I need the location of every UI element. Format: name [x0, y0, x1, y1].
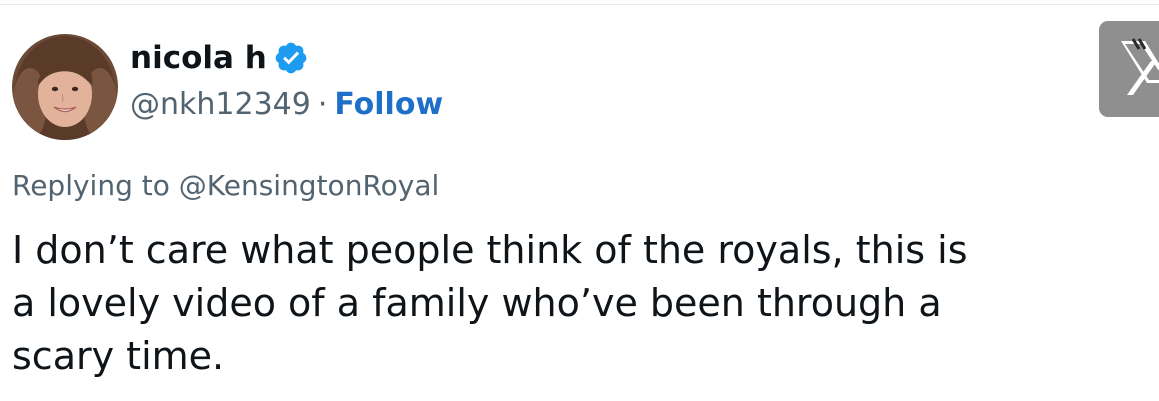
author-name-row[interactable]: nicola h [130, 40, 309, 76]
follow-button[interactable]: Follow [334, 87, 443, 122]
tweet-body: I don’t care what people think of the ro… [12, 228, 968, 378]
x-logo-icon [1121, 38, 1159, 95]
author-display-name[interactable]: nicola h [130, 42, 267, 74]
separator-dot: · [317, 87, 328, 122]
x-logo-button[interactable] [1099, 21, 1159, 117]
author-handle-row: @nkh12349 · Follow [130, 90, 443, 120]
profile-photo-icon [12, 34, 118, 140]
avatar[interactable] [12, 34, 118, 140]
divider [0, 4, 1159, 5]
replying-to-label[interactable]: Replying to @KensingtonRoyal [12, 172, 439, 200]
author-handle[interactable]: @nkh12349 [130, 87, 311, 122]
tweet-card: nicola h @nkh12349 · Follow Replying to @K… [0, 0, 1159, 401]
verified-badge-icon [275, 42, 307, 74]
